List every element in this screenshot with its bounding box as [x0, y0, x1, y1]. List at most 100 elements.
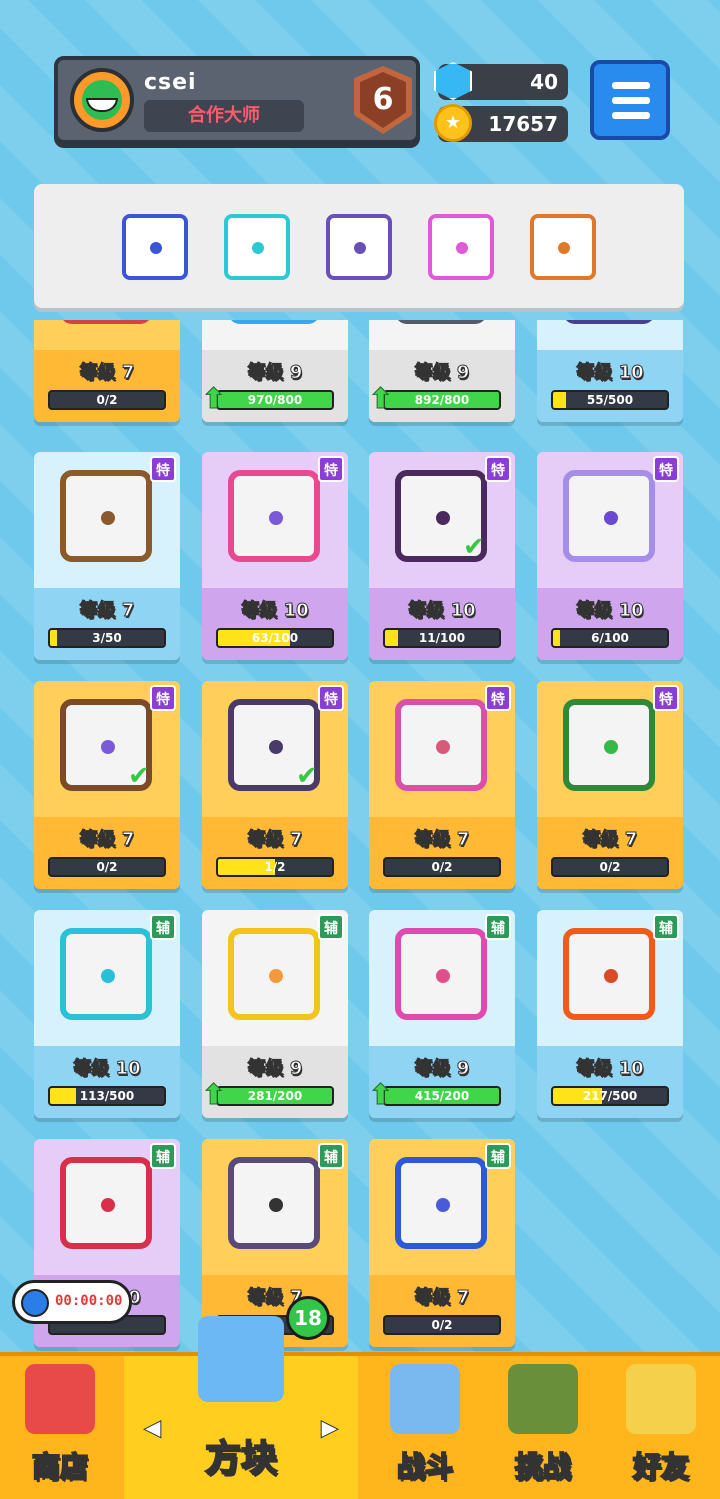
- dice-type-tag: 特: [150, 456, 176, 482]
- deck-panel: [34, 184, 684, 308]
- dice-type-tag: 辅: [653, 914, 679, 940]
- progress-bar: 415/200: [383, 1086, 501, 1106]
- dice-icon: [395, 320, 487, 324]
- dice-card[interactable]: 特等级 10 6/100: [537, 452, 683, 660]
- friends-icon: [626, 1364, 696, 1434]
- progress-text: 3/50: [92, 631, 122, 645]
- dice-type-tag: 特: [318, 456, 344, 482]
- dice-pip: [436, 969, 450, 983]
- upgrade-arrow-icon: ⬆: [369, 1078, 393, 1111]
- dice-pip: [150, 242, 162, 254]
- dice-card[interactable]: 辅等级 10 217/500: [537, 910, 683, 1118]
- hamburger-icon: [612, 82, 650, 89]
- progress-text: 892/800: [414, 393, 470, 407]
- dice-pip: [252, 242, 264, 254]
- progress-text: 11/100: [418, 631, 466, 645]
- dice-type-tag: 辅: [318, 1143, 344, 1169]
- dice-card[interactable]: 特等级 7 0/2: [537, 681, 683, 889]
- dice-level: 等级 7: [79, 829, 135, 851]
- coin-count: 17657: [488, 112, 558, 136]
- progress-text: 6/100: [591, 631, 629, 645]
- dice-box-icon: [198, 1316, 284, 1402]
- deck-slot-dragon-purple-dice[interactable]: [326, 214, 392, 280]
- dice-icon: [563, 928, 655, 1020]
- progress-bar: 113/500: [48, 1086, 166, 1106]
- dice-card[interactable]: 特等级 7 0/2: [369, 681, 515, 889]
- dice-pip: [604, 969, 618, 983]
- nav-label-dice: 方块: [204, 1437, 278, 1480]
- stopwatch-icon: [21, 1289, 49, 1317]
- dice-icon: [563, 320, 655, 324]
- dice-card[interactable]: 等级 7 0/2: [34, 320, 180, 422]
- dice-card[interactable]: 辅等级 9 281/200 ⬆: [202, 910, 348, 1118]
- progress-bar: 0/2: [48, 390, 166, 410]
- in-deck-check-icon: ✔: [463, 532, 485, 562]
- dice-level: 等级 7: [582, 829, 638, 851]
- dice-icon: [60, 1157, 152, 1249]
- profile-panel[interactable]: csei 合作大师 6: [54, 56, 420, 144]
- nav-friends[interactable]: 好友: [602, 1356, 720, 1499]
- dice-card[interactable]: 等级 10 55/500: [537, 320, 683, 422]
- progress-bar: 217/500: [551, 1086, 669, 1106]
- deck-slot-pink-arrow-dice[interactable]: [428, 214, 494, 280]
- progress-text: 55/500: [586, 393, 634, 407]
- nav-battle[interactable]: 战斗: [366, 1356, 484, 1499]
- menu-button[interactable]: [590, 60, 670, 140]
- dice-level: 等级 10: [408, 600, 476, 622]
- progress-bar: 0/2: [551, 857, 669, 877]
- dice-card[interactable]: 特 ✔ 等级 10 11/100: [369, 452, 515, 660]
- progress-bar: 0/2: [383, 857, 501, 877]
- progress-bar: 0/2: [48, 857, 166, 877]
- nav-shop[interactable]: 商店: [0, 1356, 120, 1499]
- dice-card[interactable]: 辅等级 7 0/2: [369, 1139, 515, 1347]
- challenge-icon: [508, 1364, 578, 1434]
- dice-level: 等级 7: [79, 600, 135, 622]
- progress-text: 0/2: [96, 393, 118, 407]
- dice-card[interactable]: 等级 9 970/800 ⬆: [202, 320, 348, 422]
- dice-level: 等级 10: [576, 1058, 644, 1080]
- timer-bubble[interactable]: 00:00:00: [12, 1280, 132, 1324]
- dice-level: 等级 10: [576, 600, 644, 622]
- dice-level: 等级 9: [247, 362, 303, 384]
- dice-card[interactable]: 辅等级 10 113/500: [34, 910, 180, 1118]
- dice-level: 等级 7: [414, 1287, 470, 1309]
- dice-card[interactable]: 等级 9 892/800 ⬆: [369, 320, 515, 422]
- dice-pip: [101, 740, 115, 754]
- dice-level: 等级 9: [247, 1058, 303, 1080]
- nav-dice[interactable]: ◀ ▶ 方块: [124, 1316, 358, 1499]
- progress-bar: 892/800: [383, 390, 501, 410]
- dice-card[interactable]: 特等级 7 3/50: [34, 452, 180, 660]
- rank-badge[interactable]: 6: [354, 66, 412, 134]
- dice-card[interactable]: 辅等级 9 415/200 ⬆: [369, 910, 515, 1118]
- gem-icon: [434, 62, 472, 100]
- progress-text: 0/2: [96, 860, 118, 874]
- progress-text: 113/500: [79, 1089, 135, 1103]
- dice-pip: [436, 1198, 450, 1212]
- dice-icon: [60, 320, 152, 324]
- dice-card[interactable]: 特 ✔ 等级 7 1/2: [202, 681, 348, 889]
- dice-pip: [101, 1198, 115, 1212]
- bottom-nav: 商店 ◀ ▶ 方块 战斗 挑战 好友: [0, 1316, 720, 1499]
- dice-icon: [563, 699, 655, 791]
- progress-bar: 1/2: [216, 857, 334, 877]
- progress-text: 0/2: [599, 860, 621, 874]
- dice-icon: [228, 470, 320, 562]
- deck-slot-gear-dice[interactable]: [122, 214, 188, 280]
- progress-text: 63/100: [251, 631, 299, 645]
- dice-card[interactable]: 特等级 10 63/100: [202, 452, 348, 660]
- deck-slot-dragon-infinity-dice[interactable]: [530, 214, 596, 280]
- dice-type-tag: 特: [485, 685, 511, 711]
- coin-counter[interactable]: ★ 17657: [434, 104, 568, 142]
- nav-label-challenge: 挑战: [514, 1449, 572, 1484]
- progress-text: 0/2: [431, 1318, 453, 1332]
- battle-icon: [390, 1364, 460, 1434]
- avatar[interactable]: [70, 68, 134, 132]
- dice-pip: [269, 969, 283, 983]
- progress-text: 0/2: [431, 860, 453, 874]
- gem-counter[interactable]: 40: [434, 62, 568, 100]
- nav-challenge[interactable]: 挑战: [484, 1356, 602, 1499]
- deck-slot-healing-dice[interactable]: [224, 214, 290, 280]
- shop-icon: [25, 1364, 95, 1434]
- dice-type-tag: 特: [653, 456, 679, 482]
- dice-card[interactable]: 特 ✔ 等级 7 0/2: [34, 681, 180, 889]
